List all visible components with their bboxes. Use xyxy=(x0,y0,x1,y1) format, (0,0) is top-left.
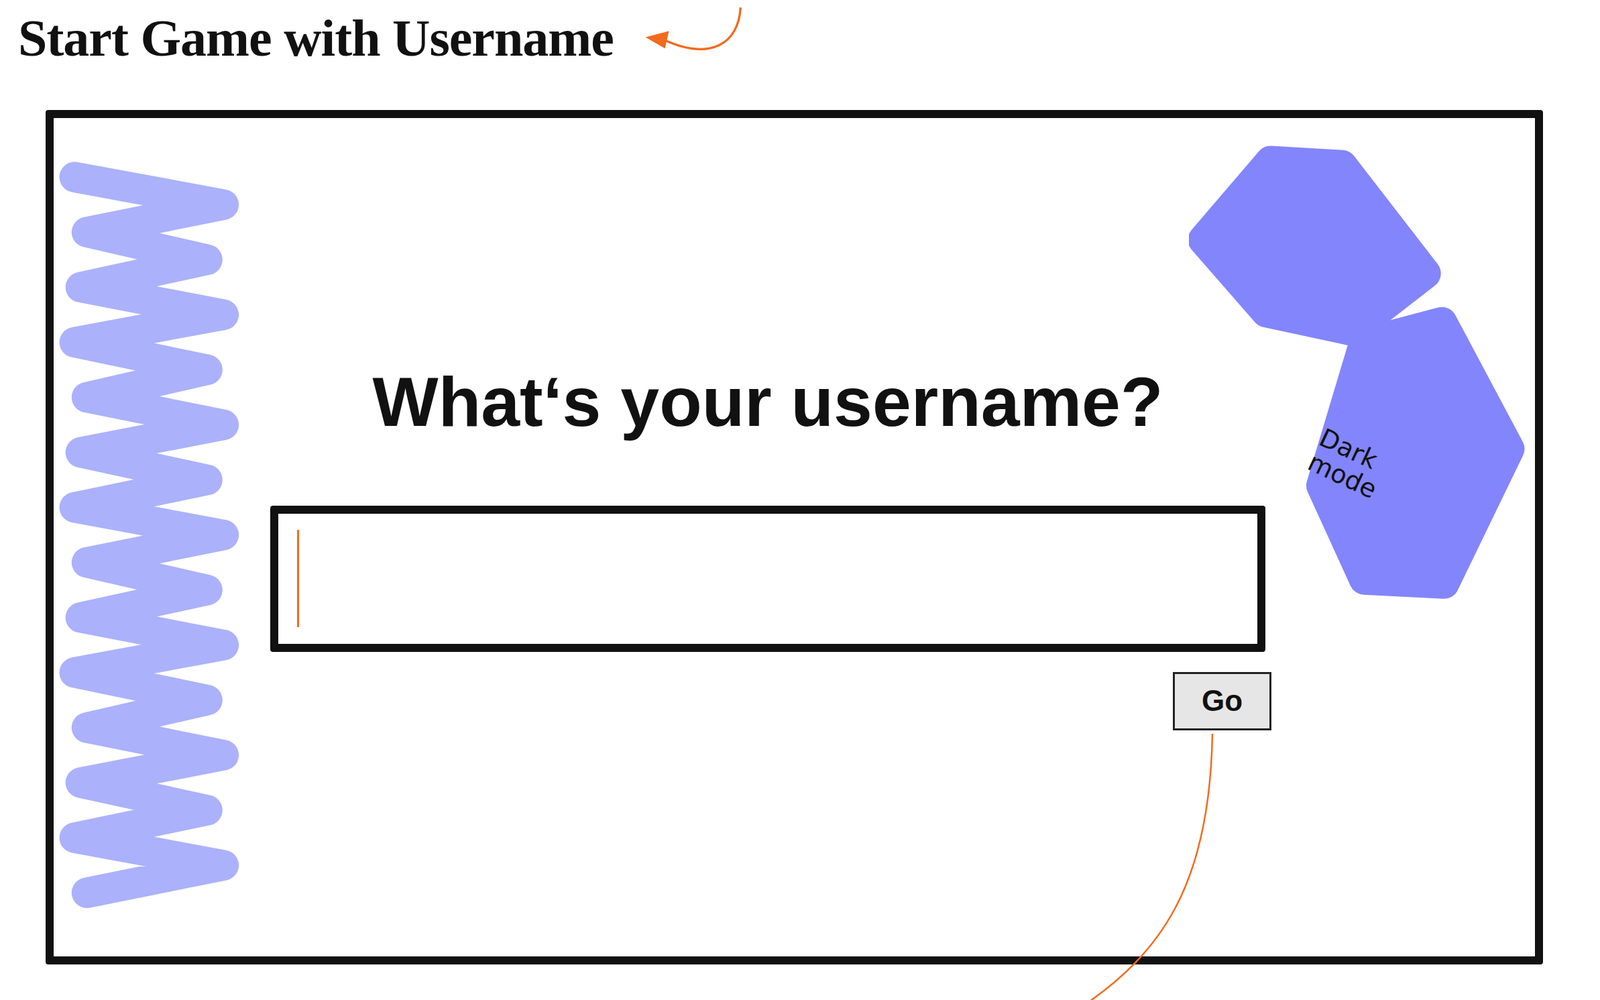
annotation-arrow-icon xyxy=(640,3,748,60)
dark-mode-toggle[interactable]: Dark mode xyxy=(1188,142,1526,607)
username-heading: What‘s your username? xyxy=(372,362,1164,443)
blob-icon xyxy=(1188,142,1526,607)
scribble-icon xyxy=(56,158,261,929)
username-input[interactable] xyxy=(270,505,1266,652)
mockup-frame: Dark modeWhat‘s your username?Go xyxy=(45,109,1544,965)
annotation-line-icon xyxy=(1072,732,1221,1000)
text-caret xyxy=(297,529,300,627)
go-button[interactable]: Go xyxy=(1172,671,1272,731)
page-title: Start Game with Username xyxy=(18,6,614,70)
username-form: What‘s your username?Go xyxy=(268,362,1268,731)
page: Start Game with UsernameDark modeWhat‘s … xyxy=(0,0,1600,1000)
title-row: Start Game with Username xyxy=(0,0,1600,70)
